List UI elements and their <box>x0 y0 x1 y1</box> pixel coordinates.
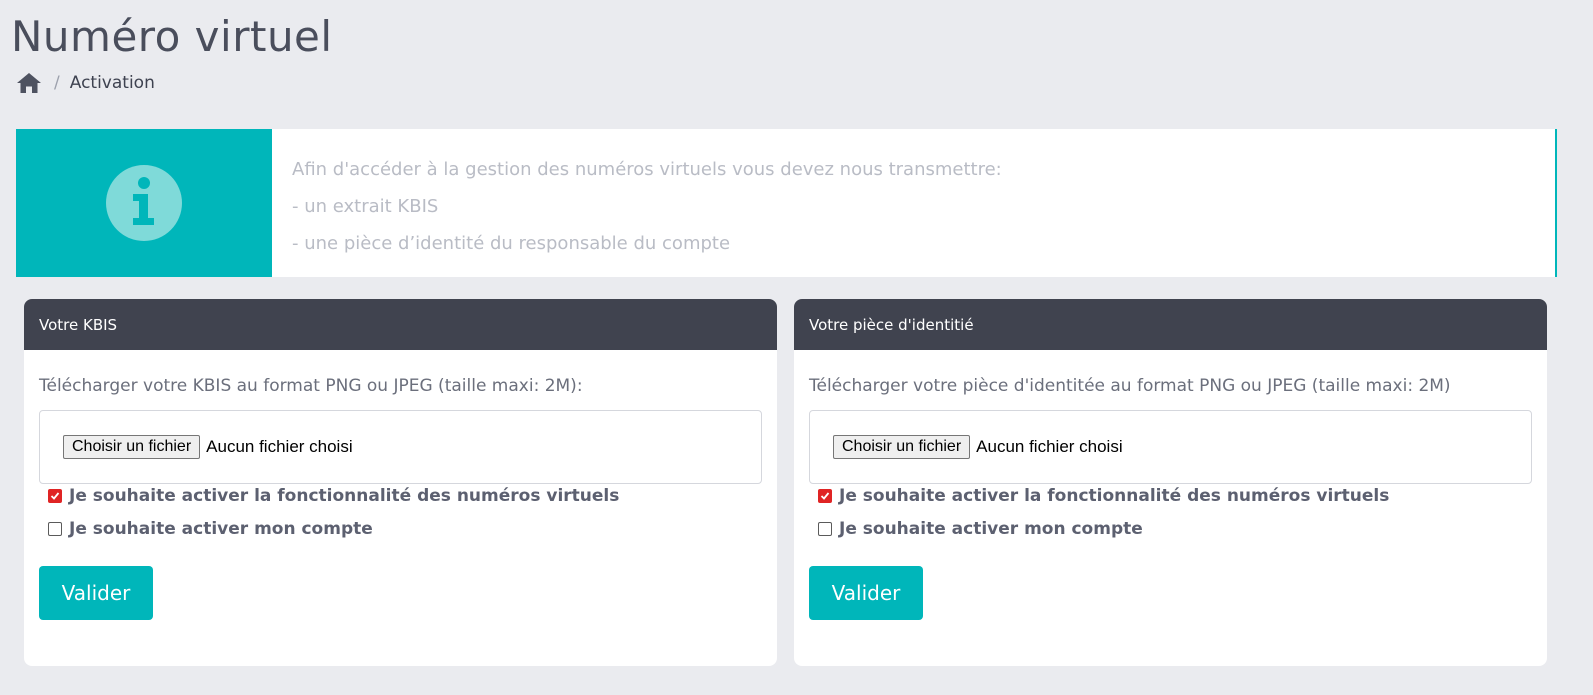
info-line: Afin d'accéder à la gestion des numéros … <box>292 159 1002 180</box>
breadcrumb-separator: / <box>54 73 60 93</box>
info-icon <box>106 165 182 241</box>
kbis-upload-label: Télécharger votre KBIS au format PNG ou … <box>39 376 583 396</box>
id-file-input[interactable]: Choisir un fichier Aucun fichier choisi <box>809 410 1532 484</box>
kbis-card: Votre KBIS Télécharger votre KBIS au for… <box>24 299 777 666</box>
page-title: Numéro virtuel <box>11 12 333 61</box>
id-checkbox-activate-account[interactable]: Je souhaite activer mon compte <box>818 517 1532 541</box>
id-validate-button[interactable]: Valider <box>809 566 923 620</box>
breadcrumb-current: Activation <box>69 73 155 93</box>
breadcrumb: / Activation <box>16 70 155 96</box>
checkbox-label: Je souhaite activer la fonctionnalité de… <box>839 486 1390 506</box>
info-line: - une pièce d’identité du responsable du… <box>292 233 731 254</box>
info-line: - un extrait KBIS <box>292 196 439 217</box>
id-choose-file-button[interactable]: Choisir un fichier <box>833 435 971 459</box>
kbis-choose-file-button[interactable]: Choisir un fichier <box>63 435 201 459</box>
checkbox-checked[interactable] <box>48 489 62 503</box>
kbis-file-status: Aucun fichier choisi <box>206 437 353 456</box>
checkbox-label: Je souhaite activer mon compte <box>839 519 1143 539</box>
id-file-status: Aucun fichier choisi <box>976 437 1123 456</box>
checkbox-unchecked[interactable] <box>818 522 832 536</box>
kbis-checkbox-activate-account[interactable]: Je souhaite activer mon compte <box>48 517 762 541</box>
info-banner: Afin d'accéder à la gestion des numéros … <box>16 129 1557 277</box>
id-checkbox-virtual-numbers[interactable]: Je souhaite activer la fonctionnalité de… <box>818 484 1532 508</box>
home-icon[interactable] <box>16 71 42 95</box>
kbis-validate-button[interactable]: Valider <box>39 566 153 620</box>
checkbox-label: Je souhaite activer mon compte <box>69 519 373 539</box>
id-card: Votre pièce d'identitié Télécharger votr… <box>794 299 1547 666</box>
kbis-card-title: Votre KBIS <box>24 299 777 350</box>
id-upload-label: Télécharger votre pièce d'identitée au f… <box>809 376 1451 396</box>
checkbox-checked[interactable] <box>818 489 832 503</box>
kbis-file-input[interactable]: Choisir un fichier Aucun fichier choisi <box>39 410 762 484</box>
checkbox-unchecked[interactable] <box>48 522 62 536</box>
checkbox-label: Je souhaite activer la fonctionnalité de… <box>69 486 620 506</box>
kbis-checkbox-virtual-numbers[interactable]: Je souhaite activer la fonctionnalité de… <box>48 484 762 508</box>
id-card-title: Votre pièce d'identitié <box>794 299 1547 350</box>
info-icon-box <box>16 129 272 277</box>
info-text: Afin d'accéder à la gestion des numéros … <box>272 129 1002 277</box>
